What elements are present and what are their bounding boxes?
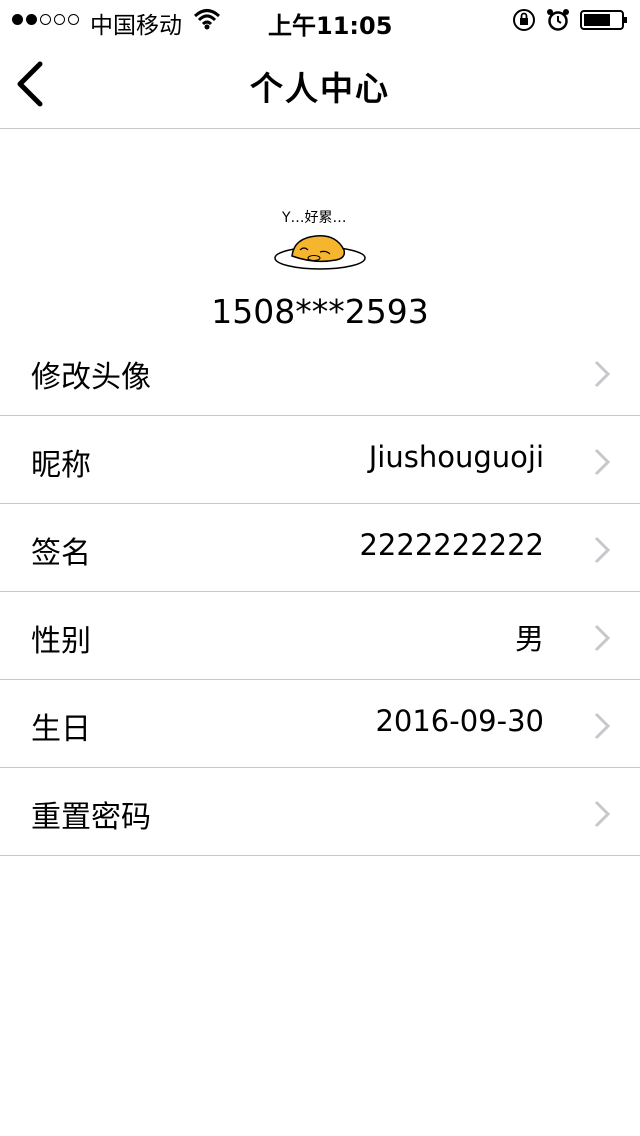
- row-change-avatar[interactable]: 修改头像: [0, 328, 640, 416]
- chevron-right-icon: [594, 448, 610, 476]
- row-birthday[interactable]: 生日 2016-09-30: [0, 680, 640, 768]
- profile-settings-list: 修改头像 昵称 Jiushouguoji 签名 2222222222 性别 男 …: [0, 328, 640, 856]
- signal-strength-icon: [12, 14, 79, 25]
- row-nickname[interactable]: 昵称 Jiushouguoji: [0, 416, 640, 504]
- row-value: 2222222222: [359, 528, 544, 562]
- row-label: 生日: [31, 712, 91, 747]
- status-bar: 中国移动 上午11:05: [0, 0, 640, 40]
- page-title: 个人中心: [250, 69, 390, 108]
- row-value: 2016-09-30: [375, 704, 544, 738]
- row-label: 重置密码: [31, 800, 151, 835]
- svg-text:Y…好累…: Y…好累…: [281, 210, 347, 226]
- personal-center-page: 中国移动 上午11:05 个人中心 Y…好累… 1508***2593 修改头像…: [0, 0, 640, 1136]
- alarm-icon: [547, 9, 569, 31]
- avatar[interactable]: Y…好累…: [270, 200, 370, 276]
- status-time: 上午11:05: [268, 12, 393, 40]
- navigation-bar: 个人中心: [0, 40, 640, 129]
- row-gender[interactable]: 性别 男: [0, 592, 640, 680]
- row-reset-password[interactable]: 重置密码: [0, 768, 640, 856]
- row-label: 昵称: [31, 448, 91, 483]
- row-label: 修改头像: [31, 360, 151, 395]
- battery-icon: [580, 10, 627, 30]
- rotation-lock-icon: [513, 9, 535, 31]
- carrier-name: 中国移动: [90, 13, 182, 39]
- chevron-right-icon: [594, 800, 610, 828]
- chevron-right-icon: [594, 360, 610, 388]
- phone-number: 1508***2593: [211, 292, 429, 331]
- wifi-icon: [194, 9, 220, 30]
- row-value: 男: [514, 622, 544, 656]
- row-label: 性别: [31, 624, 91, 659]
- row-label: 签名: [31, 536, 91, 571]
- chevron-right-icon: [594, 536, 610, 564]
- row-value: Jiushouguoji: [368, 440, 544, 474]
- chevron-right-icon: [594, 624, 610, 652]
- row-signature[interactable]: 签名 2222222222: [0, 504, 640, 592]
- chevron-right-icon: [594, 712, 610, 740]
